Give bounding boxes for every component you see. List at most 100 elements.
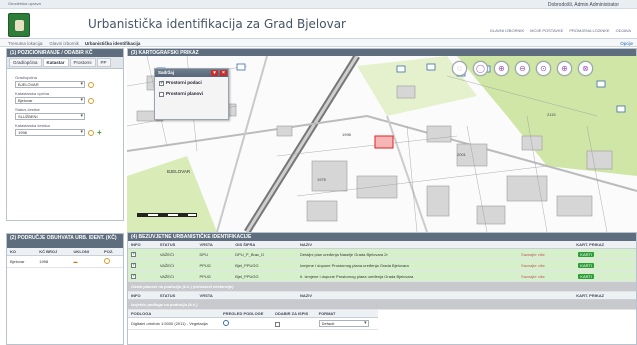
col-remove: UKLONI	[70, 248, 102, 256]
area-table: KO KČ BROJ UKLONI POZ. Bjelovar 1998 ▬	[7, 248, 123, 268]
col-status: STATUS	[156, 291, 197, 300]
identification-table: INFO STATUS VRSTA GIS ŠIFRA NAZIV KART. …	[128, 241, 636, 310]
search-icon[interactable]	[88, 129, 94, 136]
nav-logout[interactable]: ODJAVA	[616, 28, 631, 33]
cell-source-name: Digitalni ortofoto 1:5000 (2011) - Veget…	[128, 317, 221, 330]
col-preview: PREGLED PODLOGE	[220, 310, 272, 318]
layer-label: Prostorni planovi	[166, 91, 204, 96]
col-doc	[518, 241, 574, 249]
col-format: FORMAT	[315, 310, 378, 318]
row-checkbox[interactable]	[131, 251, 136, 257]
cell-name: II. Izmjene i dopune Prostornog plana ur…	[297, 270, 519, 282]
add-icon[interactable]: +	[97, 128, 102, 136]
more-info-link[interactable]: Saznajte više	[518, 270, 574, 282]
col-status: STATUS	[156, 241, 197, 249]
print-checkbox[interactable]	[274, 321, 280, 327]
layers-header: Sadržaj ▾ ×	[155, 69, 228, 77]
zoom-in-icon[interactable]: ⊕	[494, 61, 509, 76]
layer-row[interactable]: Prostorni planovi	[155, 88, 228, 99]
position-icon[interactable]	[104, 258, 111, 264]
table-row: Digitalni ortofoto 1:5000 (2011) - Veget…	[128, 317, 378, 330]
more-info-link[interactable]: Saznajte više	[518, 248, 574, 260]
tab-cadastre[interactable]: Katastar	[42, 58, 69, 67]
cell-status: VAŽEĆI	[156, 259, 197, 271]
table-row[interactable]: VAŽEĆI PPUG Bjel_PPUGG II. Izmjene i dop…	[128, 270, 636, 282]
select-tool-icon[interactable]: ◯	[473, 61, 488, 76]
municipality-select[interactable]: Bjelovar	[15, 97, 85, 104]
breadcrumb-current: Urbanistička identifikacija	[84, 41, 141, 46]
cell-type: PPUG	[196, 259, 233, 271]
map-view-button[interactable]: KARTI	[578, 273, 595, 279]
status-select[interactable]: SLUŽBENI	[15, 113, 85, 120]
svg-text:1975: 1975	[317, 177, 327, 182]
identification-panel-title: (4) BEZUVJETNE URBANISTIČKE IDENTIFIKACI…	[128, 233, 636, 241]
cell-status: VAŽEĆI	[156, 270, 197, 282]
zoom-out-icon[interactable]: ⊖	[515, 61, 530, 76]
table-row: Bjelovar 1998 ▬	[7, 255, 123, 268]
format-select[interactable]: Default	[318, 320, 369, 327]
layer-row[interactable]: Prostorni podaci	[155, 77, 228, 88]
close-icon[interactable]: ×	[220, 70, 227, 76]
clear-icon[interactable]: ⊗	[578, 61, 593, 76]
cell-gis: Bjel_PPUGG	[232, 259, 297, 271]
sources-header: Izvješće podloge na području (k.č.)	[128, 299, 636, 310]
city-select[interactable]: BJELOVAR	[15, 81, 85, 88]
cell-status: VAŽEĆI	[156, 248, 197, 260]
positioning-form: Grad/općina BJELOVAR Katastarska općina …	[7, 69, 123, 139]
table-row[interactable]: VAŽEĆI PPUG Bjel_PPUGG Izmjene i dopune …	[128, 259, 636, 271]
more-info-link[interactable]: Saznajte više	[518, 259, 574, 271]
col-position: POZ.	[101, 248, 123, 256]
map-toolbar: ◌ ◯ ⊕ ⊖ ⊙ ⊕ ⊗	[452, 61, 593, 76]
col-kc: KČ BROJ	[36, 248, 71, 256]
layer-checkbox[interactable]	[159, 92, 164, 97]
col-ko: KO	[7, 248, 37, 256]
cell-type: DPU	[196, 248, 233, 260]
layer-checkbox[interactable]	[159, 80, 164, 86]
svg-text:2001: 2001	[457, 152, 467, 157]
pan-tool-icon[interactable]: ◌	[452, 61, 467, 76]
row-checkbox[interactable]	[131, 262, 136, 268]
cell-ko: Bjelovar	[7, 255, 37, 268]
center-icon[interactable]: ⊙	[536, 61, 551, 76]
remove-icon[interactable]: ▬	[74, 259, 78, 264]
col-type: VRSTA	[196, 241, 233, 249]
options-link[interactable]: Opcije	[620, 41, 633, 46]
search-icon[interactable]	[88, 97, 94, 104]
tab-city[interactable]: Grad/općina	[9, 58, 42, 67]
tab-spatial[interactable]: Prostorni	[69, 58, 96, 67]
nav-password[interactable]: PROMJENA LOZINKE	[569, 28, 609, 33]
user-greeting: Dobrodošli, Admin Administrator	[547, 2, 619, 8]
positioning-tabs: Grad/općina Katastar Prostorni PP	[7, 57, 123, 69]
parcel-select[interactable]: 1998	[15, 129, 85, 136]
zoom-plus-icon[interactable]: ⊕	[557, 61, 572, 76]
tab-pp[interactable]: PP	[96, 58, 111, 67]
col-map: KART. PRIKAZ	[573, 291, 636, 300]
layer-label: Prostorni podaci	[166, 80, 202, 85]
col-print: ODABIR ZA ISPIS	[271, 310, 316, 318]
area-panel-title: (2) PODRUČJE OBUHVATA URB. IDENT. (KČ)	[7, 234, 123, 248]
col-name: NAZIV	[297, 291, 519, 300]
positioning-panel: (1) POZICIONIRANJE / ODABIR KČ Grad/opći…	[6, 48, 124, 221]
svg-text:1998: 1998	[342, 132, 352, 137]
preview-icon[interactable]	[223, 320, 230, 326]
map-view-button[interactable]: KARTI	[578, 262, 595, 268]
row-checkbox[interactable]	[131, 273, 136, 279]
col-name: NAZIV	[297, 241, 519, 249]
cell-type: PPUG	[196, 270, 233, 282]
map-view-button[interactable]: KARTI	[578, 251, 595, 257]
col-doc	[518, 291, 574, 300]
nav-settings[interactable]: MOJE POSTAVKE	[530, 28, 563, 33]
map-scale-bar	[137, 213, 197, 217]
col-info: INFO	[128, 291, 157, 300]
layers-title: Sadržaj	[158, 70, 175, 75]
cell-name: Izmjene i dopune Prostornog plana uređen…	[297, 259, 519, 271]
breadcrumb-main-menu[interactable]: Glavni izbornik	[49, 41, 79, 46]
minimize-icon[interactable]: ▾	[211, 70, 218, 76]
field-label-municipality: Katastarska općina	[15, 91, 50, 96]
cell-gis: Bjel_PPUGG	[232, 270, 297, 282]
page-title: Urbanistička identifikacija za Grad Bjel…	[88, 17, 346, 31]
nav-main-menu[interactable]: GLAVNI IZBORNIK	[490, 28, 524, 33]
breadcrumb: Trenutna lokacija: Glavni izbornik Urban…	[0, 38, 637, 47]
table-row[interactable]: VAŽEĆI DPU DPU_P_Brac_D Detaljni plan ur…	[128, 248, 636, 260]
search-icon[interactable]	[88, 81, 94, 88]
